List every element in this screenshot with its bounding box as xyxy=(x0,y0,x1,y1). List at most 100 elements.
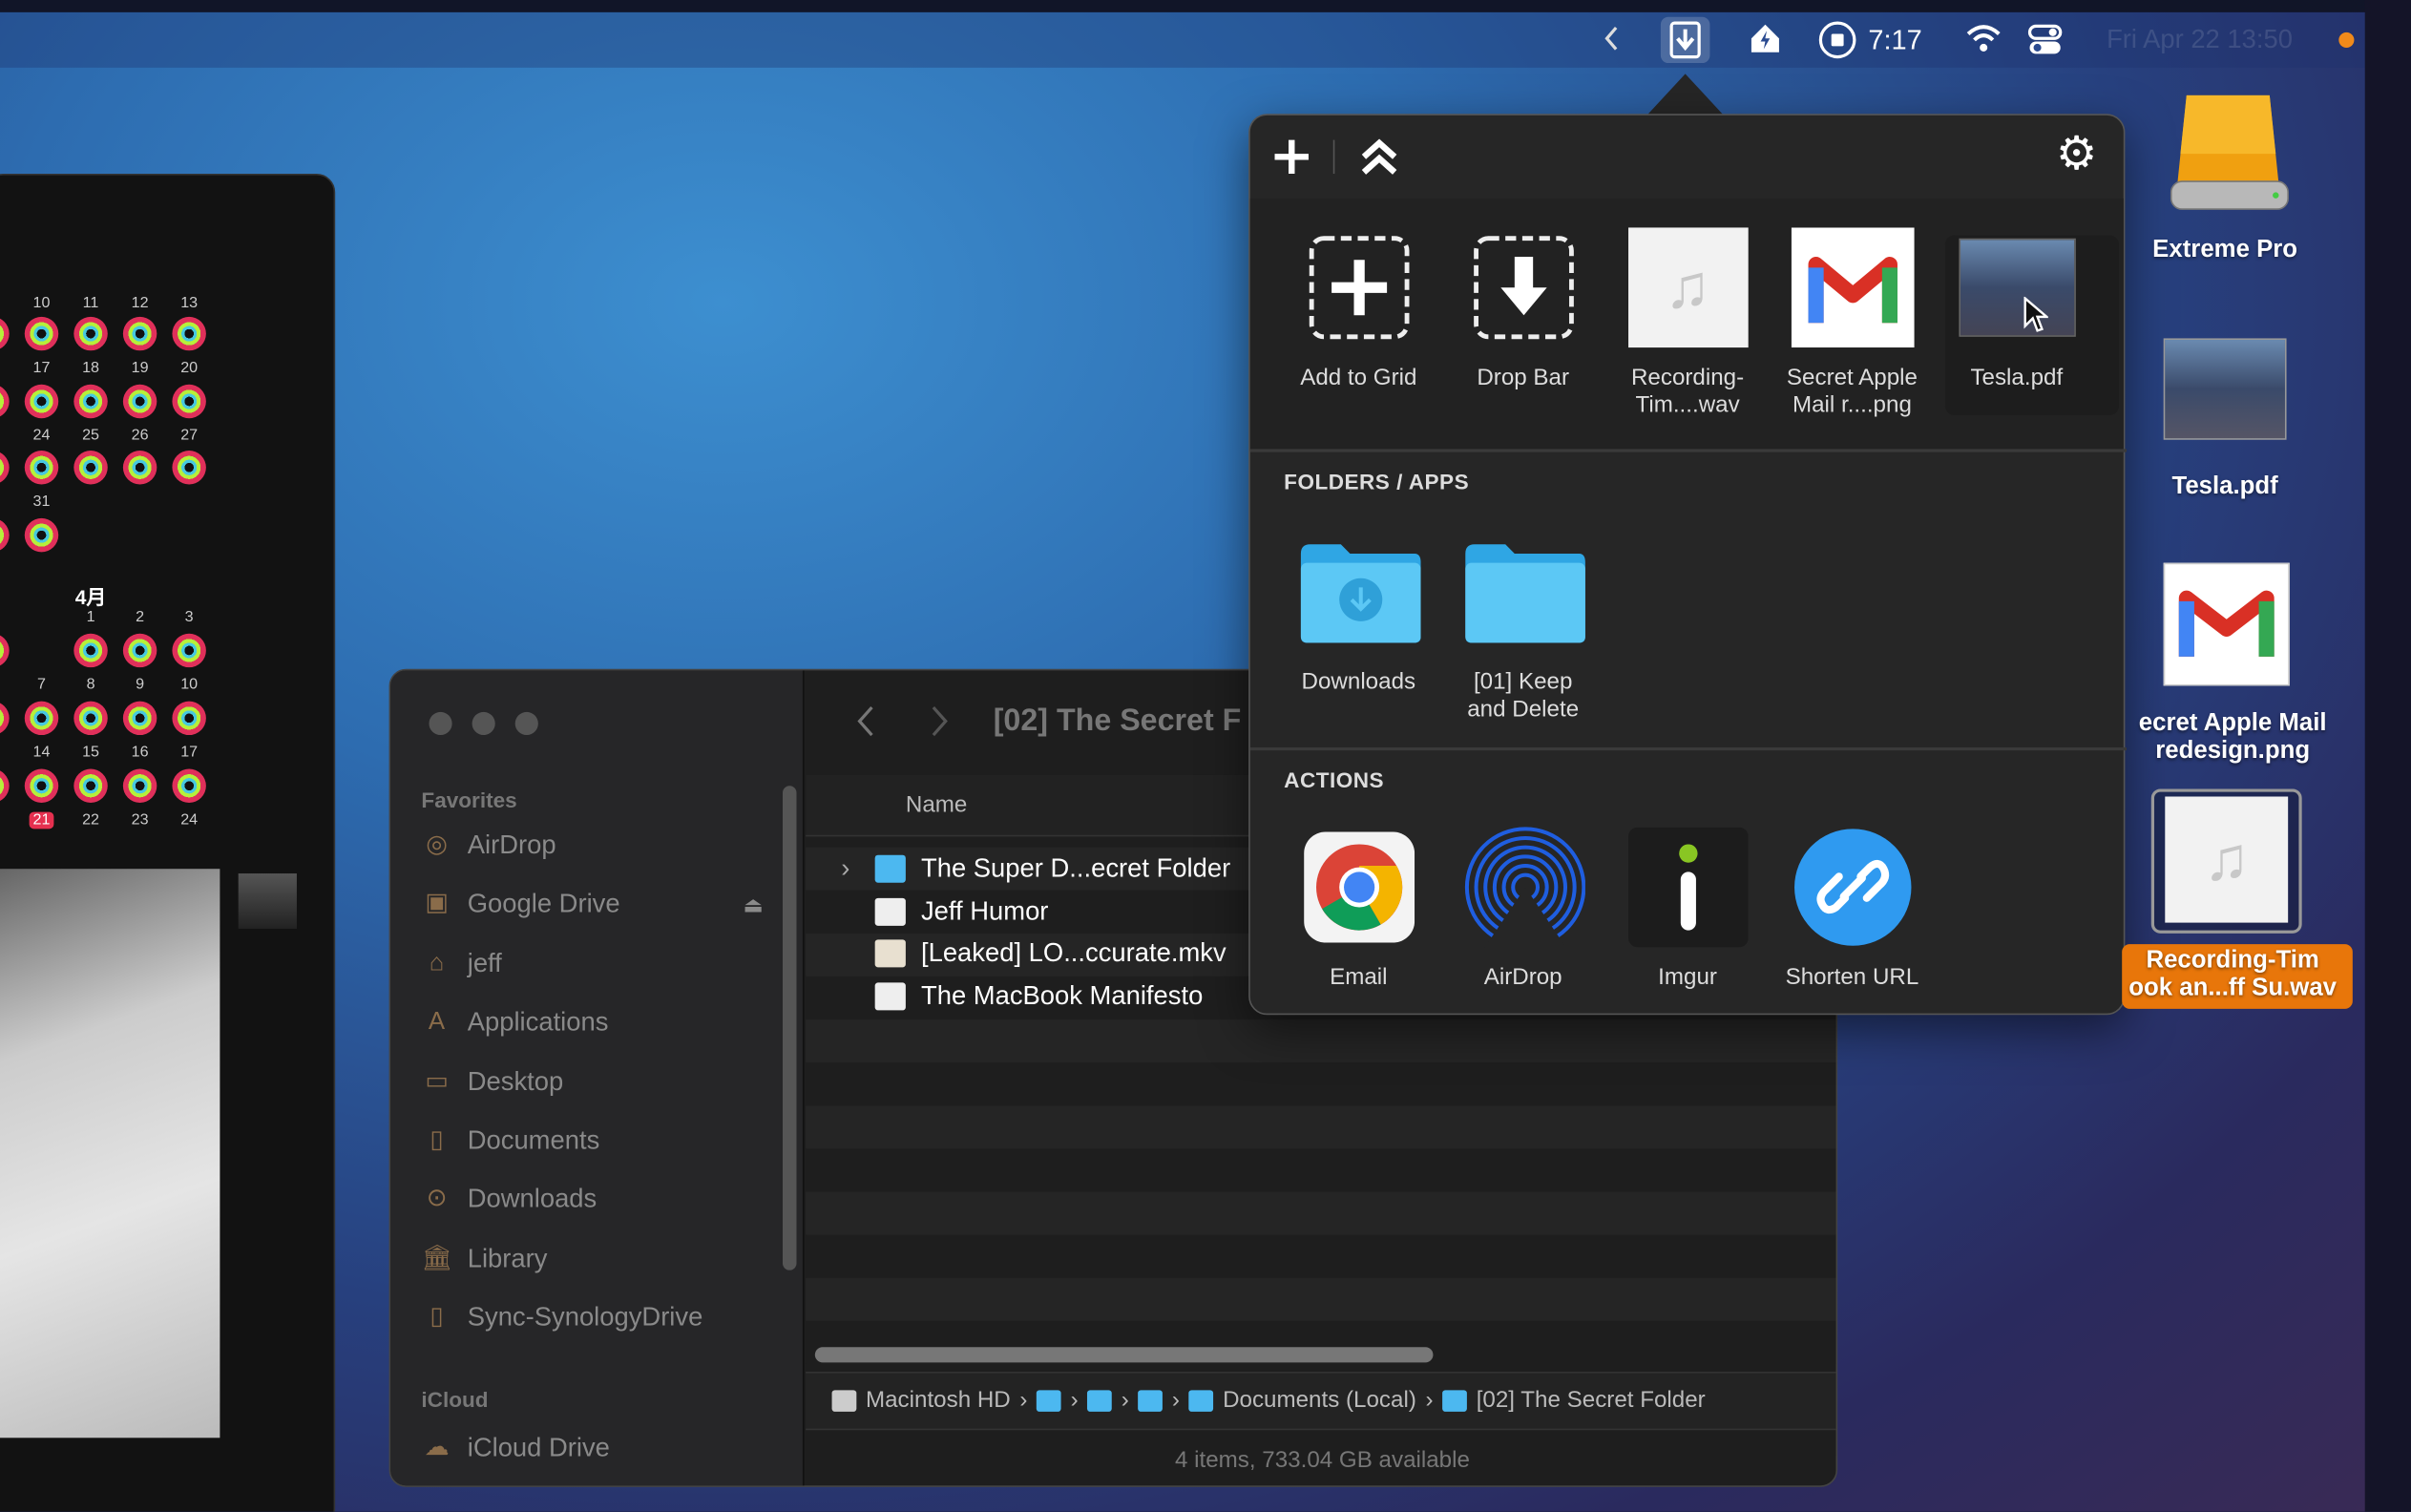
activity-ring-icon[interactable] xyxy=(24,768,59,803)
activity-ring-icon[interactable] xyxy=(73,316,108,351)
calendar-day: 24 xyxy=(32,427,51,445)
photo-thumbnail[interactable] xyxy=(0,869,220,1438)
activity-ring-icon[interactable] xyxy=(24,384,59,419)
calendar-day: 15 xyxy=(82,744,100,762)
sidebar-item-sync-synologydrive[interactable]: ▯ Sync-SynologyDrive xyxy=(421,1303,702,1334)
activity-ring-icon[interactable] xyxy=(73,384,108,419)
action-shorten-url[interactable]: Shorten URL xyxy=(1772,826,1933,992)
path-separator: › xyxy=(1425,1387,1434,1414)
file-row[interactable]: The MacBook Manifesto xyxy=(841,981,1203,1012)
activity-ring-icon[interactable] xyxy=(122,768,157,803)
home-bolt-icon[interactable] xyxy=(1749,22,1782,55)
record-icon[interactable] xyxy=(1817,20,1857,60)
sidebar-item-library[interactable]: 🏛 Library xyxy=(421,1244,547,1274)
desktop-item-tesla[interactable]: Tesla.pdf xyxy=(2109,473,2340,501)
pdf-thumbnail-icon[interactable] xyxy=(2163,338,2287,440)
sidebar-icon: ▯ xyxy=(430,1304,444,1331)
activity-ring-icon[interactable] xyxy=(24,517,59,553)
desktop-item-recording[interactable]: Recording-Tim ook an...ff Su.wav xyxy=(2109,947,2356,1002)
sidebar-item-documents[interactable]: ▯ Documents xyxy=(421,1125,599,1156)
activity-ring-icon[interactable] xyxy=(122,316,157,351)
sidebar-item-jeff[interactable]: ⌂ jeff xyxy=(421,949,502,979)
folder-downloads[interactable]: Downloads xyxy=(1278,531,1439,697)
activity-ring-icon[interactable] xyxy=(73,768,108,803)
collapse-icon[interactable] xyxy=(1359,136,1399,184)
sidebar-item-applications[interactable]: A Applications xyxy=(421,1008,609,1039)
path-item[interactable]: [02] The Secret Folder xyxy=(1477,1387,1706,1413)
calendar-day: 31 xyxy=(32,494,51,511)
chevron-left-icon[interactable] xyxy=(1603,25,1621,52)
file-row[interactable]: › The Super D...ecret Folder xyxy=(841,853,1230,884)
eject-icon[interactable]: ⏏ xyxy=(743,892,763,917)
wifi-icon[interactable] xyxy=(1965,23,2002,53)
gmail-icon[interactable] xyxy=(2163,562,2290,686)
path-item[interactable]: Macintosh HD xyxy=(866,1387,1011,1413)
disclosure-chevron-icon[interactable]: › xyxy=(841,853,859,884)
grid-item[interactable]: Secret Apple Mail r....png xyxy=(1772,226,1933,420)
file-row[interactable]: Jeff Humor xyxy=(841,896,1048,927)
folder-label: Downloads xyxy=(1301,668,1416,696)
activity-ring-icon[interactable] xyxy=(24,701,59,736)
desktop-item-gmail[interactable]: ecret Apple Mail redesign.png xyxy=(2109,710,2356,766)
activity-ring-icon[interactable] xyxy=(172,316,206,351)
airdrop-icon xyxy=(1461,826,1585,949)
action-label: Shorten URL xyxy=(1785,964,1919,991)
sidebar-scrollbar[interactable] xyxy=(782,786,797,1270)
menu-bar xyxy=(0,11,2368,68)
desktop-item-extreme-pro[interactable]: Extreme Pro xyxy=(2109,237,2340,264)
zoom-button[interactable] xyxy=(514,711,538,736)
label: Recording-Tim xyxy=(2146,947,2319,974)
activity-ring-icon[interactable] xyxy=(172,633,206,668)
sidebar-item-google-drive[interactable]: ▣ Google Drive ⏏ xyxy=(421,890,763,920)
grid-item[interactable]: ♫ Recording- Tim....wav xyxy=(1606,226,1768,420)
activity-ring-icon[interactable] xyxy=(122,384,157,419)
horizontal-scrollbar[interactable] xyxy=(814,1347,1434,1363)
activity-ring-icon[interactable] xyxy=(73,451,108,485)
activity-ring-icon[interactable] xyxy=(172,451,206,485)
control-center-icon[interactable] xyxy=(2026,22,2064,59)
path-item[interactable]: Documents (Local) xyxy=(1223,1387,1416,1413)
folders-section-title: FOLDERS / APPS xyxy=(1284,469,1470,494)
activity-ring-icon[interactable] xyxy=(122,451,157,485)
activity-ring-icon[interactable] xyxy=(172,768,206,803)
calendar-day: 17 xyxy=(180,744,199,762)
action-imgur[interactable]: Imgur xyxy=(1606,826,1768,992)
row-stripe xyxy=(806,1277,1836,1321)
grid-item[interactable]: Tesla.pdf xyxy=(1936,226,2097,392)
activity-ring-icon[interactable] xyxy=(172,701,206,736)
activity-ring-icon[interactable] xyxy=(24,451,59,485)
label: ecret Apple Mail xyxy=(2138,710,2327,737)
drive-icon[interactable] xyxy=(2169,93,2292,223)
minimize-button[interactable] xyxy=(472,711,495,736)
sidebar-item-downloads[interactable]: ⊙ Downloads xyxy=(421,1185,598,1215)
activity-ring-icon[interactable] xyxy=(122,633,157,668)
activity-ring-icon[interactable] xyxy=(24,316,59,351)
activity-ring-icon[interactable] xyxy=(73,633,108,668)
divider xyxy=(1249,746,2128,751)
row-stripe xyxy=(806,1148,1836,1192)
forward-button[interactable] xyxy=(926,702,954,749)
sidebar-item-desktop[interactable]: ▭ Desktop xyxy=(421,1066,563,1097)
file-row[interactable]: [Leaked] LO...ccurate.mkv xyxy=(841,938,1226,969)
folder-keep-and-delete[interactable]: [01] Keep and Delete xyxy=(1442,531,1604,724)
sidebar-item-icloud-drive[interactable]: ☁ iCloud Drive xyxy=(421,1433,610,1463)
add-button[interactable] xyxy=(1271,136,1311,184)
grid-item[interactable]: Drop Bar xyxy=(1442,226,1604,392)
folder-icon xyxy=(1037,1389,1061,1412)
activity-ring-icon[interactable] xyxy=(122,701,157,736)
action-email[interactable]: Email xyxy=(1278,826,1439,992)
grid-item[interactable]: Add to Grid xyxy=(1278,226,1439,392)
sidebar-item-airdrop[interactable]: ◎ AirDrop xyxy=(421,830,556,861)
audio-file-icon[interactable]: ♫ xyxy=(2165,796,2289,923)
action-airdrop[interactable]: AirDrop xyxy=(1442,826,1604,992)
back-button[interactable] xyxy=(851,702,879,749)
top-strip xyxy=(0,0,2411,12)
gear-icon[interactable]: ⚙ xyxy=(2056,132,2097,178)
dropzone-icon[interactable] xyxy=(1660,16,1710,64)
close-button[interactable] xyxy=(429,711,452,736)
calendar-day: 22 xyxy=(82,811,100,830)
column-name[interactable]: Name xyxy=(906,792,967,818)
clock-label[interactable]: Fri Apr 22 13:50 xyxy=(2107,25,2293,55)
activity-ring-icon[interactable] xyxy=(73,701,108,736)
activity-ring-icon[interactable] xyxy=(172,384,206,419)
